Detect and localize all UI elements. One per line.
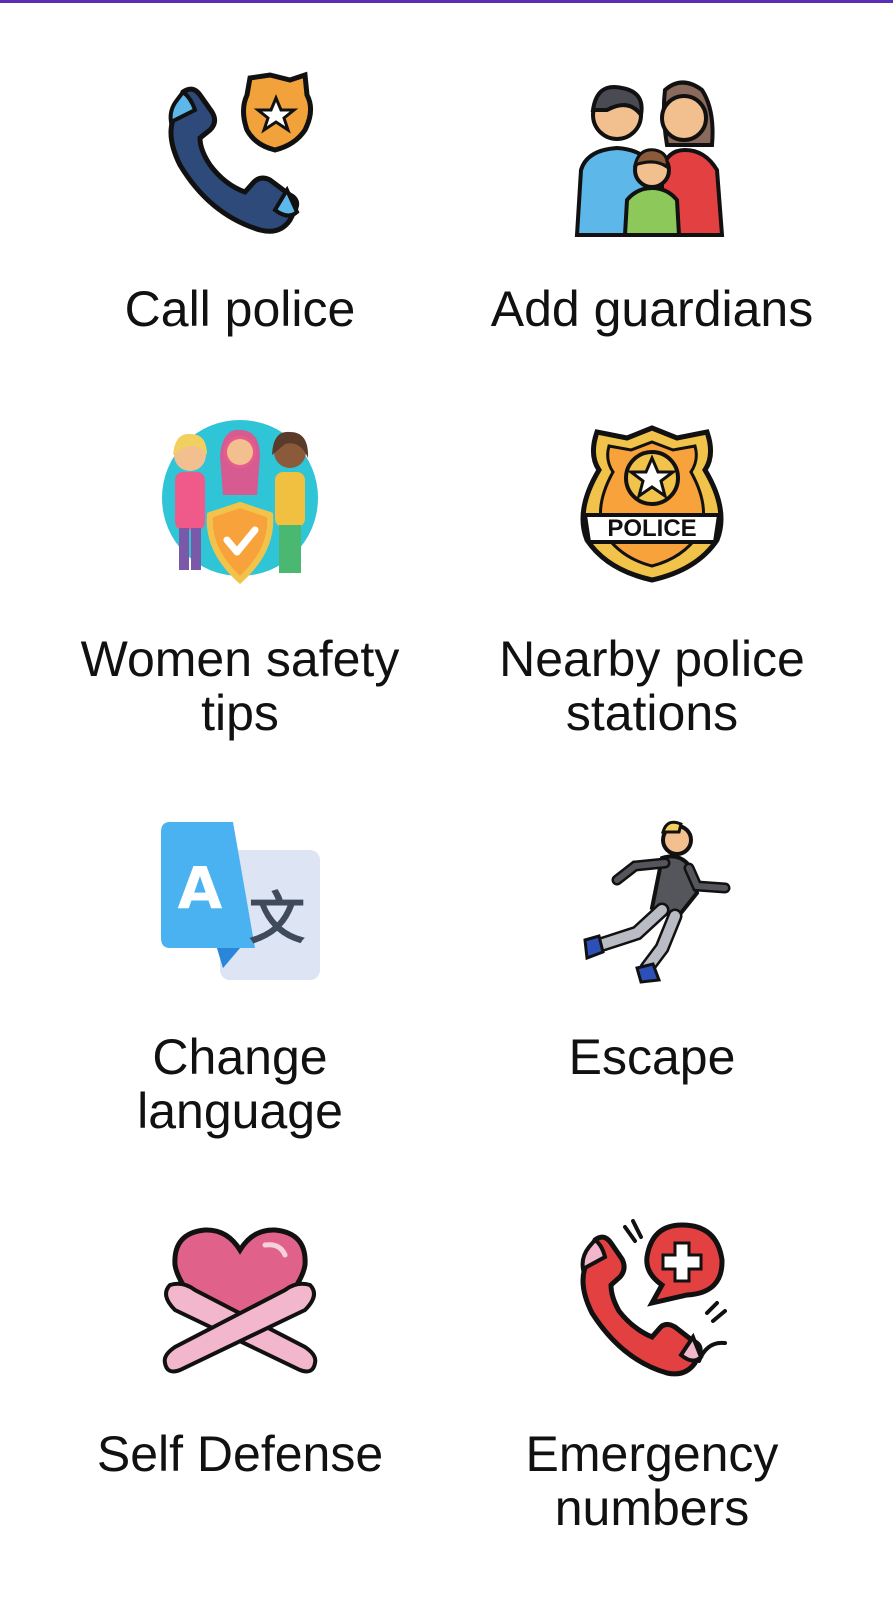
add-guardians-label: Add guardians (490, 281, 814, 337)
self-defense-tile[interactable]: Self Defense (40, 1145, 440, 1525)
add-guardians-tile[interactable]: Add guardians (452, 0, 852, 380)
self-defense-label: Self Defense (96, 1426, 384, 1482)
emergency-numbers-label: Emergency numbers (525, 1426, 779, 1536)
call-police-label: Call police (124, 281, 356, 337)
emergency-numbers-tile[interactable]: Emergency numbers (452, 1145, 852, 1535)
nearby-police-stations-label: Nearby police stations (499, 631, 805, 741)
change-language-tile[interactable]: A 文 Change language (40, 748, 440, 1138)
menu-grid: Call police Add guardians Women safety t… (0, 0, 893, 1600)
family-icon (567, 70, 737, 240)
police-badge-icon: POLICE (567, 420, 737, 590)
heart-hug-icon (155, 1215, 325, 1385)
police-phone-icon (155, 70, 325, 240)
translate-icon: A 文 (155, 818, 325, 988)
translate-glyph: 文 (249, 887, 305, 952)
call-police-tile[interactable]: Call police (40, 0, 440, 380)
escape-tile[interactable]: Escape (452, 748, 852, 1128)
women-shield-icon (155, 420, 325, 590)
nearby-police-stations-tile[interactable]: POLICE Nearby police stations (452, 350, 852, 740)
running-woman-icon (567, 818, 737, 988)
women-safety-tips-tile[interactable]: Women safety tips (40, 350, 440, 740)
emergency-call-icon (567, 1215, 737, 1385)
change-language-label: Change language (137, 1029, 343, 1139)
translate-letter: A (178, 854, 223, 922)
women-safety-tips-label: Women safety tips (80, 631, 400, 741)
badge-text: POLICE (607, 515, 696, 542)
escape-label: Escape (568, 1029, 736, 1085)
